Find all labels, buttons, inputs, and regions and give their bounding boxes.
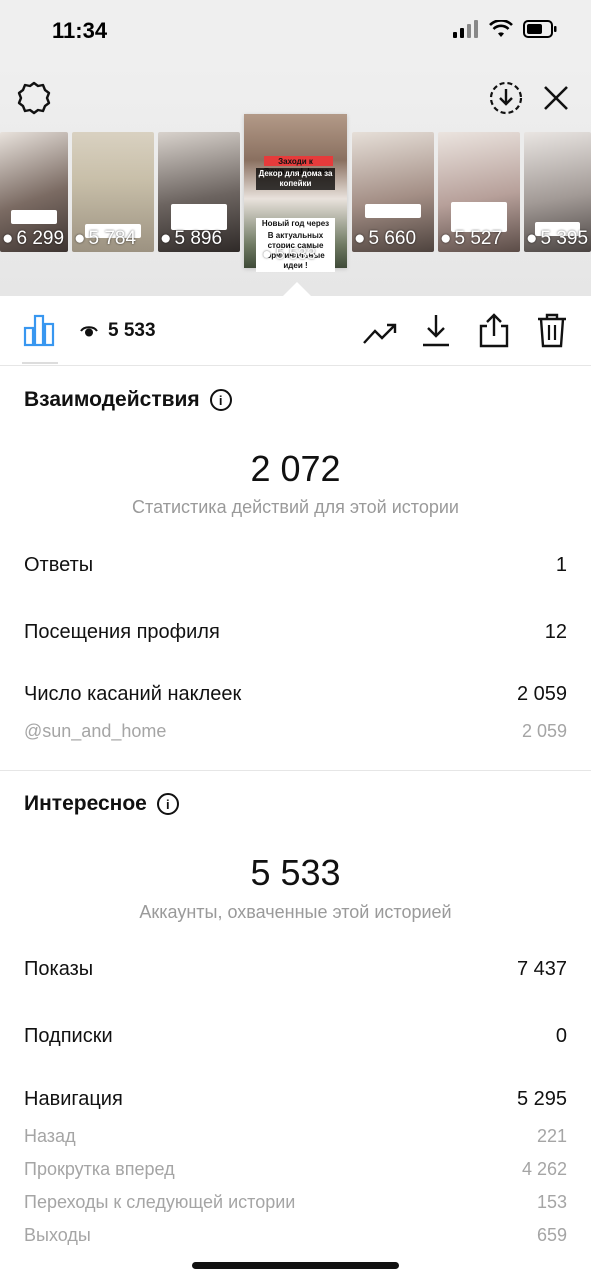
stat-label: @sun_and_home (24, 721, 167, 741)
discovery-total: 5 533 (250, 852, 341, 893)
stat-sub-row: Выходы 659 (24, 1225, 567, 1246)
discovery-caption: Аккаунты, охваченные этой историей (139, 902, 452, 922)
stat-sub-row: Переходы к следующей истории 153 (24, 1192, 567, 1213)
discovery-title-text: Интересное (24, 792, 147, 815)
story-caption (171, 204, 227, 230)
stat-label: Переходы к следующей истории (24, 1192, 296, 1212)
status-bar: 11:34 (0, 0, 591, 64)
story-thumbnail[interactable]: ● 5 660 (352, 132, 434, 252)
section-divider (0, 770, 591, 771)
share-icon (479, 313, 509, 348)
stat-value: 5 295 (516, 1088, 567, 1110)
stories-strip: ● 6 299 ● 5 784 ● 5 896 ● 5 660 ● 5 527 ● 5 39… (0, 64, 591, 296)
bar-chart-icon (23, 314, 55, 347)
stat-sub-row: Назад 221 (24, 1126, 567, 1147)
eye-icon: ● (2, 228, 14, 249)
download-button[interactable] (416, 310, 456, 350)
story-thumbnail[interactable]: ● 5 896 (158, 132, 240, 252)
eye-icon: ● (354, 228, 366, 249)
stat-value: 1 (555, 554, 567, 576)
stat-row: Посещения профиля 12 (24, 621, 567, 644)
download-icon (423, 315, 449, 347)
insights-tab[interactable] (20, 310, 60, 350)
stat-value: 2 059 (521, 721, 567, 741)
interactions-section-title: Взаимодействия i (24, 388, 232, 412)
story-views: ● 5 527 (440, 228, 503, 249)
eye-icon (80, 326, 98, 337)
trend-icon (363, 323, 397, 344)
stat-value: 4 262 (521, 1159, 567, 1179)
stat-row: Ответы 1 (24, 554, 567, 577)
eye-icon: ● (440, 228, 452, 249)
stat-label: Подписки (24, 1025, 113, 1047)
stat-label: Выходы (24, 1225, 91, 1245)
delete-button[interactable] (532, 310, 572, 350)
eye-icon: ● (74, 228, 86, 249)
stat-value: 0 (555, 1025, 567, 1047)
story-caption (365, 204, 421, 218)
story-views: ● 5 896 (160, 228, 223, 249)
wifi-icon (489, 20, 513, 37)
eye-icon: ● (526, 228, 538, 249)
promote-button[interactable] (360, 312, 400, 352)
stat-label: Назад (24, 1126, 76, 1146)
stat-sub-row: @sun_and_home 2 059 (24, 721, 567, 742)
story-views: ● 5 784 (74, 228, 137, 249)
eye-icon: ● (160, 228, 172, 249)
story-thumbnail[interactable]: ● 5 784 (72, 132, 154, 252)
eye-icon: ● (262, 246, 272, 263)
info-icon[interactable]: i (156, 793, 179, 815)
stat-label: Показы (24, 958, 94, 980)
views-count: 5 533 (108, 320, 156, 341)
battery-icon (523, 20, 557, 38)
interactions-caption: Статистика действий для этой истории (132, 497, 459, 517)
status-time: 11:34 (52, 18, 108, 43)
tab-underline (22, 362, 58, 364)
stat-value: 7 437 (516, 958, 567, 980)
share-button[interactable] (474, 310, 514, 350)
interactions-title-text: Взаимодействия (24, 388, 200, 411)
story-thumbnail[interactable]: ● 5 395 (524, 132, 591, 252)
stat-label: Навигация (24, 1088, 123, 1110)
insights-tab-bar: 5 533 (0, 296, 591, 366)
selection-pointer (283, 282, 311, 296)
stat-value: 659 (536, 1225, 567, 1245)
story-thumbnail-selected[interactable]: Заходи к @sun_and_home Декор для дома за… (244, 114, 347, 272)
stat-label: Ответы (24, 554, 94, 576)
stat-row: Показы 7 437 (24, 958, 567, 981)
story-line-2: Декор для дома за копейки (256, 168, 335, 190)
story-archive-header: ● 6 299 ● 5 784 ● 5 896 ● 5 660 ● 5 527 ● 5 39… (0, 64, 591, 296)
stat-value: 153 (536, 1192, 567, 1212)
signal-icon (453, 20, 478, 38)
story-thumbnail[interactable]: ● 5 527 (438, 132, 520, 252)
story-caption (10, 210, 58, 224)
story-views: ● 5 395 (526, 228, 589, 249)
stat-label: Число касаний наклеек (24, 683, 242, 705)
story-views: ● 5 660 (354, 228, 417, 249)
stat-value: 12 (544, 621, 567, 643)
home-indicator[interactable] (192, 1262, 399, 1269)
stat-label: Посещения профиля (24, 621, 220, 643)
stat-row: Навигация 5 295 (24, 1088, 567, 1111)
story-views: ● 5 533 (262, 246, 316, 263)
story-thumbnail[interactable]: ● 6 299 (0, 132, 68, 252)
stat-value: 2 059 (516, 683, 567, 705)
stat-value: 221 (536, 1126, 567, 1146)
story-views: ● 6 299 (2, 228, 65, 249)
stat-label: Прокрутка вперед (24, 1159, 175, 1179)
interactions-total: 2 072 (250, 448, 341, 489)
discovery-section-title: Интересное i (24, 792, 179, 816)
info-icon[interactable]: i (209, 389, 232, 411)
stat-sub-row: Прокрутка вперед 4 262 (24, 1159, 567, 1180)
status-icons (453, 20, 557, 38)
stat-row: Подписки 0 (24, 1025, 567, 1048)
trash-icon (538, 313, 566, 348)
stat-row: Число касаний наклеек 2 059 (24, 683, 567, 706)
